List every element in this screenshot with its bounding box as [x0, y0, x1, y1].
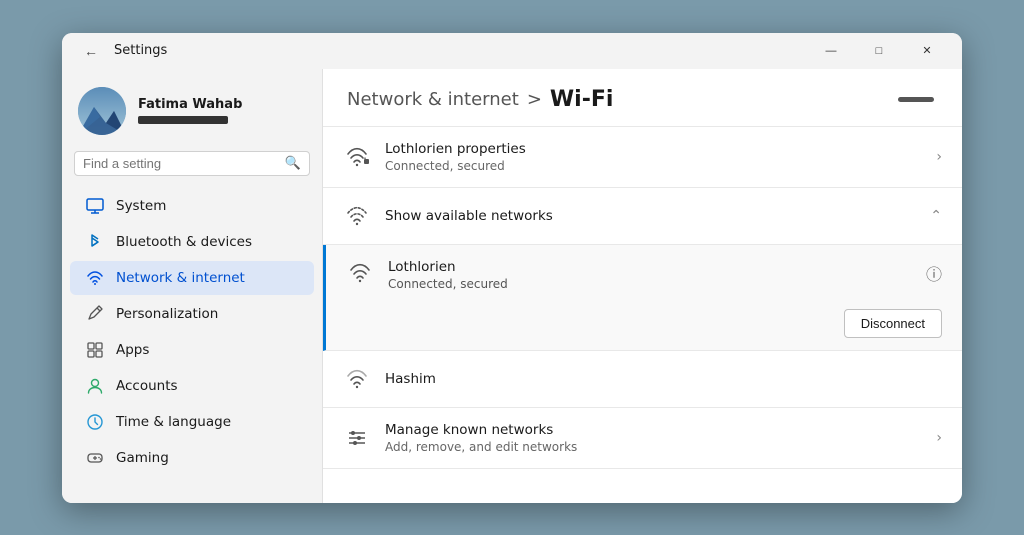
- expanded-network-row[interactable]: Lothlorien Connected, secured ⓘ: [326, 245, 962, 305]
- titlebar: ← Settings — □ ✕: [62, 33, 962, 69]
- sidebar-item-accounts[interactable]: Accounts: [70, 369, 314, 403]
- user-section[interactable]: Fatima Wahab: [62, 79, 322, 151]
- search-box[interactable]: 🔍: [74, 151, 310, 176]
- minimize-button[interactable]: —: [808, 35, 854, 67]
- apps-icon: [86, 341, 104, 359]
- available-networks-text: Show available networks: [385, 208, 916, 224]
- wifi-properties-icon: [343, 143, 371, 171]
- sidebar-label-accounts: Accounts: [116, 378, 178, 394]
- sidebar-label-bluetooth: Bluetooth & devices: [116, 234, 252, 250]
- expanded-network-status: Connected, secured: [388, 277, 912, 291]
- user-name: Fatima Wahab: [138, 97, 242, 112]
- breadcrumb: Network & internet > Wi-Fi: [347, 87, 613, 112]
- manage-networks-icon: [343, 424, 371, 452]
- info-icon[interactable]: ⓘ: [926, 261, 942, 285]
- manage-networks-text: Manage known networks Add, remove, and e…: [385, 422, 922, 454]
- hashim-network-text: Hashim: [385, 371, 942, 387]
- settings-window: ← Settings — □ ✕: [62, 33, 962, 503]
- sidebar-label-network: Network & internet: [116, 270, 245, 286]
- sidebar-item-bluetooth[interactable]: Bluetooth & devices: [70, 225, 314, 259]
- sidebar-item-network[interactable]: Network & internet: [70, 261, 314, 295]
- time-icon: [86, 413, 104, 431]
- disconnect-button[interactable]: Disconnect: [844, 309, 942, 338]
- search-input[interactable]: [83, 156, 279, 171]
- expanded-network-item: Lothlorien Connected, secured ⓘ Disconne…: [323, 245, 962, 351]
- sidebar-label-personalization: Personalization: [116, 306, 218, 322]
- expanded-network-text: Lothlorien Connected, secured: [388, 259, 912, 291]
- sidebar: Fatima Wahab 🔍 System: [62, 69, 322, 503]
- close-button[interactable]: ✕: [904, 35, 950, 67]
- breadcrumb-separator: >: [527, 89, 542, 110]
- hashim-network-item[interactable]: Hashim: [323, 351, 962, 408]
- manage-chevron-icon: ›: [936, 430, 942, 446]
- back-button[interactable]: ←: [78, 41, 104, 61]
- available-networks-header[interactable]: Show available networks ⌃: [323, 188, 962, 245]
- titlebar-left: ← Settings: [78, 41, 167, 61]
- user-email-bar: [138, 116, 228, 124]
- user-info: Fatima Wahab: [138, 97, 242, 124]
- available-networks-icon: [343, 202, 371, 230]
- sidebar-label-gaming: Gaming: [116, 450, 169, 466]
- breadcrumb-current: Wi-Fi: [550, 87, 614, 112]
- window-body: Fatima Wahab 🔍 System: [62, 69, 962, 503]
- manage-networks-subtitle: Add, remove, and edit networks: [385, 440, 922, 454]
- manage-networks-item[interactable]: Manage known networks Add, remove, and e…: [323, 408, 962, 469]
- maximize-button[interactable]: □: [856, 35, 902, 67]
- sidebar-item-apps[interactable]: Apps: [70, 333, 314, 367]
- expanded-wifi-icon: [346, 259, 374, 287]
- system-icon: [86, 197, 104, 215]
- scroll-indicator: [898, 97, 934, 102]
- bluetooth-icon: [86, 233, 104, 251]
- sidebar-item-system[interactable]: System: [70, 189, 314, 223]
- connected-network-status: Connected, secured: [385, 159, 922, 173]
- sidebar-item-time[interactable]: Time & language: [70, 405, 314, 439]
- connected-network-name: Lothlorien properties: [385, 141, 922, 157]
- sidebar-label-time: Time & language: [116, 414, 231, 430]
- expanded-network-name: Lothlorien: [388, 259, 912, 275]
- manage-networks-title: Manage known networks: [385, 422, 922, 438]
- personalization-icon: [86, 305, 104, 323]
- chevron-up-icon: ⌃: [930, 208, 942, 224]
- hashim-wifi-icon: [343, 365, 371, 393]
- sidebar-label-apps: Apps: [116, 342, 149, 358]
- titlebar-title: Settings: [114, 43, 167, 58]
- avatar: [78, 87, 126, 135]
- main-content: Network & internet > Wi-Fi: [322, 69, 962, 503]
- sidebar-item-personalization[interactable]: Personalization: [70, 297, 314, 331]
- network-actions: Disconnect: [326, 305, 962, 350]
- window-controls: — □ ✕: [808, 35, 950, 67]
- connected-network-text: Lothlorien properties Connected, secured: [385, 141, 922, 173]
- network-icon: [86, 269, 104, 287]
- chevron-right-icon: ›: [936, 149, 942, 165]
- accounts-icon: [86, 377, 104, 395]
- hashim-network-name: Hashim: [385, 371, 942, 387]
- sidebar-label-system: System: [116, 198, 166, 214]
- breadcrumb-parent: Network & internet: [347, 89, 519, 110]
- search-icon: 🔍: [285, 156, 301, 171]
- sidebar-item-gaming[interactable]: Gaming: [70, 441, 314, 475]
- gaming-icon: [86, 449, 104, 467]
- connected-network-item[interactable]: Lothlorien properties Connected, secured…: [323, 127, 962, 188]
- page-header: Network & internet > Wi-Fi: [323, 69, 962, 127]
- available-networks-label: Show available networks: [385, 208, 916, 224]
- content-area: Lothlorien properties Connected, secured…: [323, 127, 962, 469]
